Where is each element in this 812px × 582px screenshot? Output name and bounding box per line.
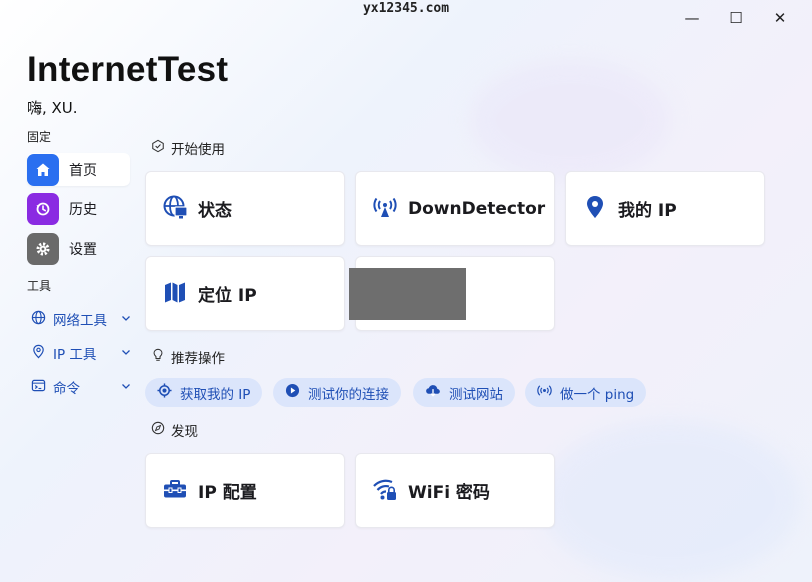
minimize-button[interactable]: —	[670, 8, 714, 28]
location-pin-icon	[31, 344, 46, 363]
chip-get-my-ip[interactable]: 获取我的 IP	[145, 378, 263, 407]
card-status[interactable]: 状态	[145, 171, 345, 246]
card-locate-ip[interactable]: 定位 IP	[145, 256, 345, 331]
sidebar-item-settings[interactable]: 设置	[27, 232, 130, 265]
home-icon	[27, 153, 59, 186]
cloud-icon	[425, 383, 441, 402]
redacted-block	[349, 268, 466, 320]
card-label: IP 配置	[198, 483, 257, 503]
chip-do-a-ping[interactable]: 做一个 ping	[525, 378, 647, 407]
target-icon	[157, 383, 172, 402]
chip-label: 测试你的连接	[308, 386, 389, 403]
app-title: InternetTest	[27, 50, 229, 89]
window-controls: — ☐ ✕	[670, 8, 802, 28]
chip-test-connection[interactable]: 测试你的连接	[273, 378, 401, 407]
section-title: 发现	[171, 424, 198, 440]
chip-test-website[interactable]: 测试网站	[413, 378, 515, 407]
card-label: 定位 IP	[198, 286, 257, 306]
pinned-section-label: 固定	[27, 130, 52, 144]
globe-status-icon	[162, 194, 188, 224]
sidebar-item-label: IP 工具	[53, 347, 97, 363]
terminal-icon	[31, 378, 46, 397]
gear-icon	[27, 232, 59, 265]
card-wifi-password[interactable]: WiFi 密码	[355, 453, 555, 528]
toolbox-icon	[162, 476, 188, 506]
broadcast-icon	[537, 383, 552, 402]
chevron-down-icon	[121, 379, 131, 395]
card-downdetector[interactable]: DownDetector	[355, 171, 555, 246]
sidebar-item-history[interactable]: 历史	[27, 192, 130, 225]
chevron-down-icon	[121, 311, 131, 327]
globe-icon	[31, 310, 46, 329]
wifi-lock-icon	[372, 476, 398, 506]
card-label: 状态	[198, 201, 232, 221]
sidebar-item-label: 设置	[69, 241, 97, 258]
chip-label: 做一个 ping	[560, 386, 635, 403]
discover-section-header: 发现	[151, 420, 198, 440]
chip-label: 获取我的 IP	[180, 386, 251, 403]
sidebar-item-home[interactable]: 首页	[27, 153, 130, 186]
tools-section-label: 工具	[27, 279, 52, 293]
sidebar-item-network-tools[interactable]: 网络工具	[31, 307, 131, 331]
check-shield-icon	[151, 139, 165, 157]
card-my-ip[interactable]: 我的 IP	[565, 171, 765, 246]
card-label: 我的 IP	[618, 201, 677, 221]
section-title: 开始使用	[171, 142, 225, 158]
location-pin-icon	[582, 194, 608, 224]
section-title: 推荐操作	[171, 351, 225, 367]
sidebar-item-label: 历史	[69, 201, 97, 218]
sidebar-item-commands[interactable]: 命令	[31, 375, 131, 399]
background-decoration	[470, 60, 670, 180]
background-decoration	[540, 420, 800, 580]
chip-label: 测试网站	[449, 386, 503, 403]
lightbulb-icon	[151, 348, 165, 366]
compass-icon	[151, 421, 165, 439]
antenna-icon	[372, 194, 398, 224]
card-label: WiFi 密码	[408, 483, 490, 503]
sidebar-item-label: 命令	[53, 381, 80, 397]
maximize-button[interactable]: ☐	[714, 8, 758, 28]
start-section-header: 开始使用	[151, 138, 225, 158]
history-icon	[27, 192, 59, 225]
greeting: 嗨, XU.	[27, 99, 78, 117]
recommended-section-header: 推荐操作	[151, 347, 225, 367]
play-icon	[285, 383, 300, 402]
card-ip-config[interactable]: IP 配置	[145, 453, 345, 528]
sidebar-item-label: 网络工具	[53, 313, 107, 329]
chevron-down-icon	[121, 345, 131, 361]
sidebar-item-label: 首页	[69, 162, 97, 179]
map-icon	[162, 279, 188, 309]
card-label: DownDetector	[408, 198, 546, 219]
sidebar-item-ip-tools[interactable]: IP 工具	[31, 341, 131, 365]
close-button[interactable]: ✕	[758, 8, 802, 28]
